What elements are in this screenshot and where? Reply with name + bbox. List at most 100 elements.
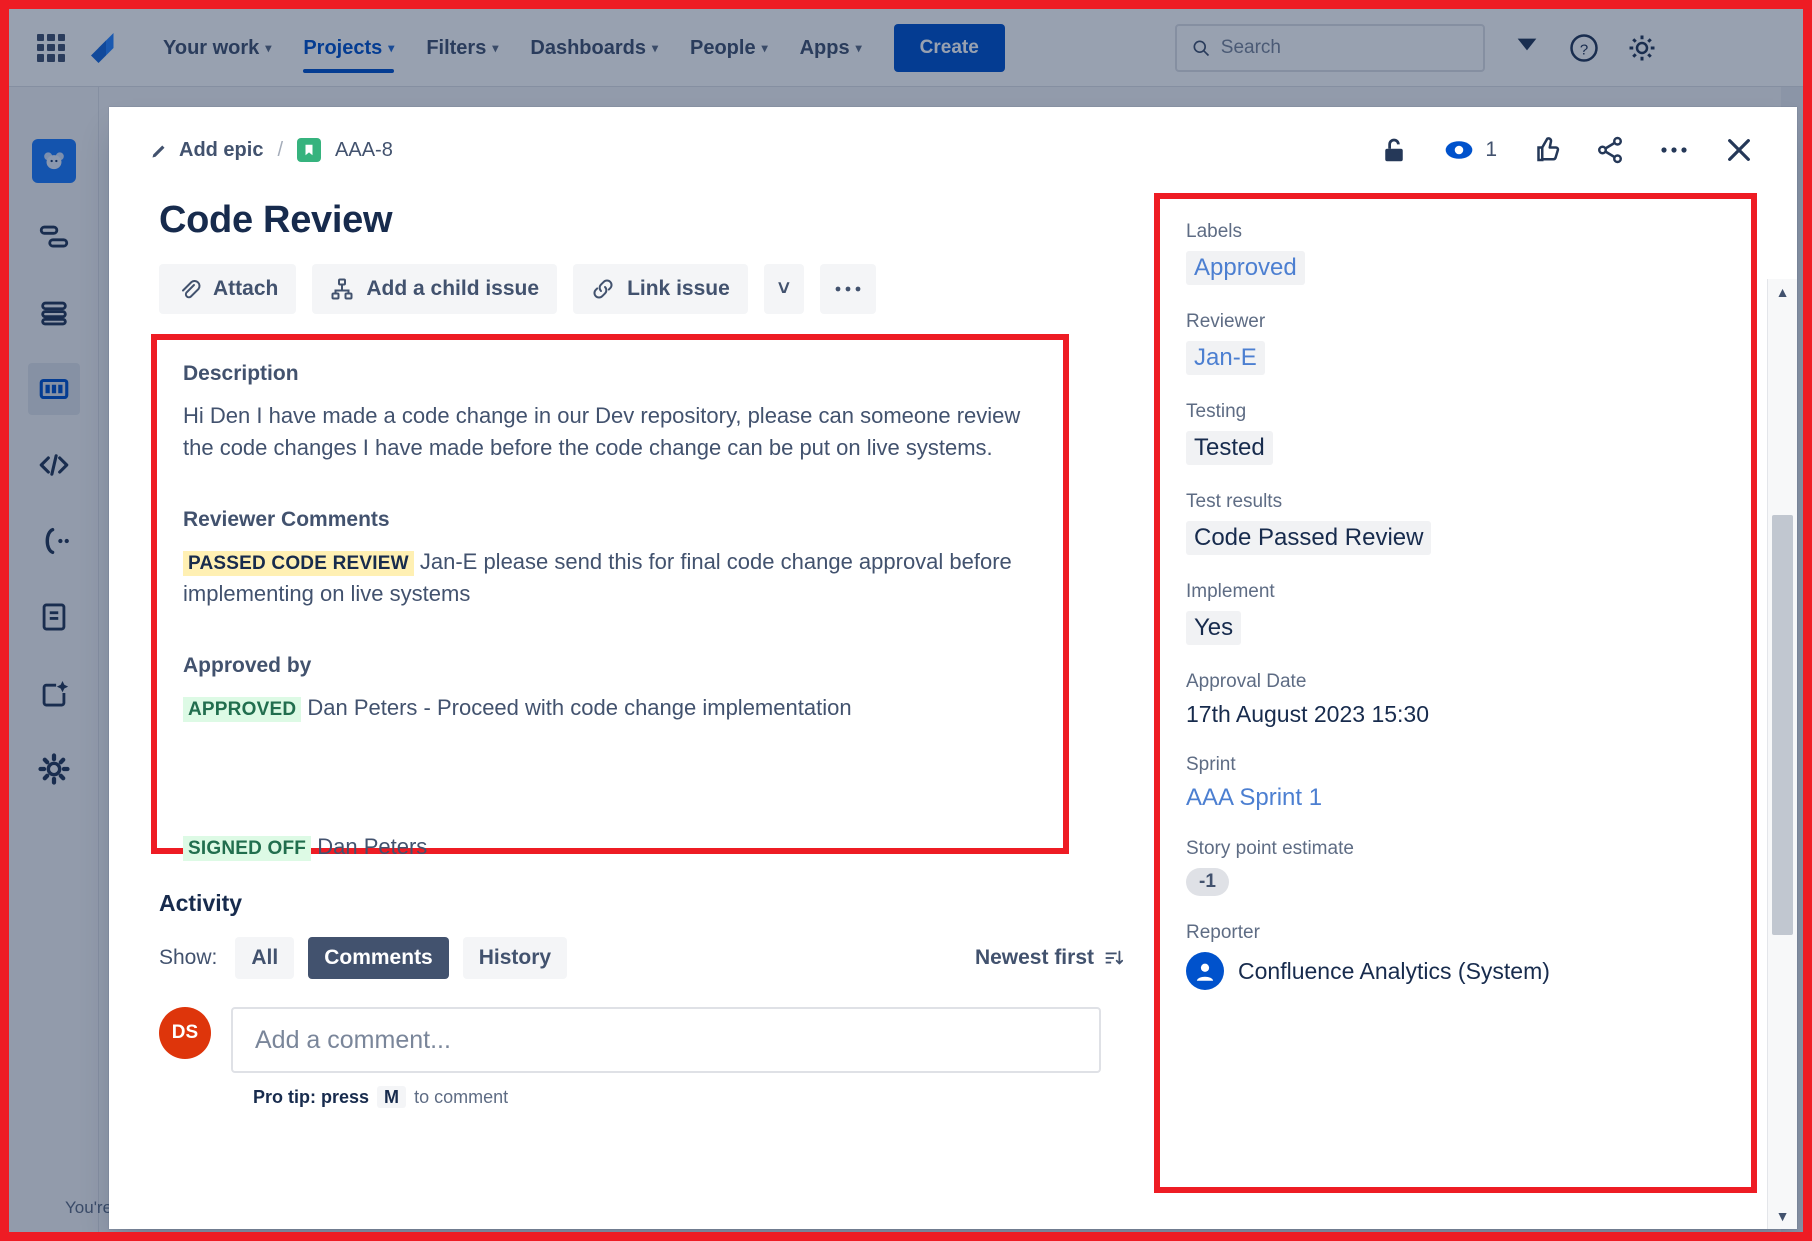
share-icon[interactable] — [1595, 135, 1625, 165]
modal-scrollbar[interactable]: ▲ ▼ — [1767, 279, 1797, 1229]
thumbs-up-icon[interactable] — [1531, 135, 1561, 165]
modal-header-actions: 1 — [1379, 134, 1755, 166]
activity-sort-label: Newest first — [975, 946, 1094, 970]
avatar[interactable]: DS — [159, 1007, 211, 1059]
watch-icon[interactable]: 1 — [1443, 134, 1497, 166]
approved-by-heading: Approved by — [183, 654, 1035, 678]
activity-heading: Activity — [159, 890, 1124, 917]
watch-count: 1 — [1485, 138, 1497, 162]
reviewer-comments-heading: Reviewer Comments — [183, 508, 1035, 532]
close-icon[interactable] — [1723, 134, 1755, 166]
field-sprint-label: Sprint — [1186, 754, 1725, 776]
issue-action-toolbar: Attach Add a child issue — [159, 264, 1124, 314]
issue-main-column: Code Review Attach — [109, 193, 1124, 1229]
signed-off-badge: SIGNED OFF — [183, 836, 311, 861]
add-child-issue-label: Add a child issue — [366, 277, 539, 301]
activity-show-label: Show: — [159, 946, 217, 970]
breadcrumb: Add epic / AAA-8 — [151, 138, 393, 162]
unlock-icon[interactable] — [1379, 135, 1409, 165]
signed-off-row[interactable]: SIGNED OFF Dan Peters — [183, 831, 1035, 863]
story-icon — [297, 138, 321, 162]
field-approval-date: Approval Date 17th August 2023 15:30 — [1186, 671, 1725, 728]
field-sprint-value[interactable]: AAA Sprint 1 — [1186, 784, 1725, 812]
activity-filter-row: Show: All Comments History Newest first — [159, 937, 1124, 979]
pro-tip-text: Pro tip: press M to comment — [253, 1087, 1124, 1108]
field-sprint: Sprint AAA Sprint 1 — [1186, 754, 1725, 812]
activity-filter-history[interactable]: History — [463, 937, 567, 979]
add-epic-link[interactable]: Add epic — [151, 139, 263, 162]
field-implement-label: Implement — [1186, 581, 1725, 603]
comment-input[interactable]: Add a comment... — [231, 1007, 1101, 1073]
field-testing-value[interactable]: Tested — [1186, 431, 1273, 465]
field-reporter-label: Reporter — [1186, 922, 1725, 944]
field-implement-value[interactable]: Yes — [1186, 611, 1241, 645]
field-labels-value[interactable]: Approved — [1186, 251, 1305, 285]
field-reviewer-label: Reviewer — [1186, 311, 1725, 333]
modal-scroll-down-icon[interactable]: ▼ — [1776, 1203, 1790, 1229]
add-epic-label: Add epic — [179, 139, 263, 162]
approved-by-body: Dan Peters - Proceed with code change im… — [307, 695, 851, 720]
sort-descending-icon — [1102, 947, 1124, 969]
field-testing: Testing Tested — [1186, 401, 1725, 465]
fields-highlight-region: Labels Approved Reviewer Jan-E Testing T… — [1154, 193, 1757, 1193]
pro-tip-key: M — [377, 1086, 406, 1108]
field-approval-date-value[interactable]: 17th August 2023 15:30 — [1186, 701, 1725, 728]
activity-section: Activity Show: All Comments History Newe… — [159, 890, 1124, 1108]
approved-by-text[interactable]: APPROVED Dan Peters - Proceed with code … — [183, 692, 1035, 724]
passed-code-review-badge: PASSED CODE REVIEW — [183, 551, 414, 576]
activity-sort-button[interactable]: Newest first — [975, 946, 1124, 970]
field-implement: Implement Yes — [1186, 581, 1725, 645]
pencil-icon — [151, 141, 169, 159]
pro-tip-suffix: to comment — [414, 1087, 508, 1107]
chevron-down-icon: ˅ — [778, 277, 790, 301]
add-child-issue-button[interactable]: Add a child issue — [312, 264, 557, 314]
modal-scroll-up-icon[interactable]: ▲ — [1776, 279, 1790, 305]
link-icon — [591, 277, 615, 301]
modal-header: Add epic / AAA-8 — [109, 107, 1797, 193]
attach-icon — [177, 277, 201, 301]
more-actions-icon — [834, 284, 862, 294]
reviewer-comments-text[interactable]: PASSED CODE REVIEW Jan-E please send thi… — [183, 546, 1035, 610]
more-actions-icon[interactable] — [1659, 144, 1689, 156]
issue-fields-column: Labels Approved Reviewer Jan-E Testing T… — [1124, 193, 1797, 1229]
activity-filter-all[interactable]: All — [235, 937, 294, 979]
field-test-results: Test results Code Passed Review — [1186, 491, 1725, 555]
link-issue-button[interactable]: Link issue — [573, 264, 748, 314]
modal-scrollbar-track[interactable] — [1768, 305, 1797, 1203]
attach-button-label: Attach — [213, 277, 278, 301]
modal-scrollbar-thumb[interactable] — [1772, 515, 1793, 935]
screenshot-root: Your work ▾ Projects ▾ Filters ▾ Dashboa… — [0, 0, 1812, 1241]
field-testing-label: Testing — [1186, 401, 1725, 423]
description-text[interactable]: Hi Den I have made a code change in our … — [183, 400, 1035, 464]
field-approval-date-label: Approval Date — [1186, 671, 1725, 693]
child-issue-icon — [330, 277, 354, 301]
reporter-avatar-icon — [1186, 952, 1224, 990]
add-comment-row: DS Add a comment... — [159, 1007, 1124, 1073]
field-reporter-value: Confluence Analytics (System) — [1238, 958, 1550, 985]
field-story-points-value[interactable]: -1 — [1186, 868, 1229, 896]
issue-key-link[interactable]: AAA-8 — [335, 139, 393, 162]
field-reporter-row[interactable]: Confluence Analytics (System) — [1186, 952, 1725, 990]
modal-body: Code Review Attach — [109, 193, 1797, 1229]
link-issue-label: Link issue — [627, 277, 730, 301]
activity-filter-comments[interactable]: Comments — [308, 937, 449, 979]
action-dropdown-button[interactable]: ˅ — [764, 264, 804, 314]
page-title: Code Review — [159, 199, 1124, 242]
description-heading: Description — [183, 362, 1035, 386]
approved-badge: APPROVED — [183, 697, 301, 722]
signed-off-name: Dan Peters — [317, 834, 427, 859]
breadcrumb-separator: / — [277, 139, 283, 162]
field-labels-label: Labels — [1186, 221, 1725, 243]
field-reviewer-value[interactable]: Jan-E — [1186, 341, 1265, 375]
attach-button[interactable]: Attach — [159, 264, 296, 314]
pro-tip-prefix: Pro tip: press — [253, 1087, 369, 1107]
field-reporter: Reporter Confluence Analytics (System) — [1186, 922, 1725, 990]
field-story-points-label: Story point estimate — [1186, 838, 1725, 860]
field-labels: Labels Approved — [1186, 221, 1725, 285]
action-more-button[interactable] — [820, 264, 876, 314]
field-reviewer: Reviewer Jan-E — [1186, 311, 1725, 375]
field-test-results-value[interactable]: Code Passed Review — [1186, 521, 1431, 555]
description-highlight-region: Description Hi Den I have made a code ch… — [151, 334, 1069, 854]
field-story-points: Story point estimate -1 — [1186, 838, 1725, 896]
field-test-results-label: Test results — [1186, 491, 1725, 513]
